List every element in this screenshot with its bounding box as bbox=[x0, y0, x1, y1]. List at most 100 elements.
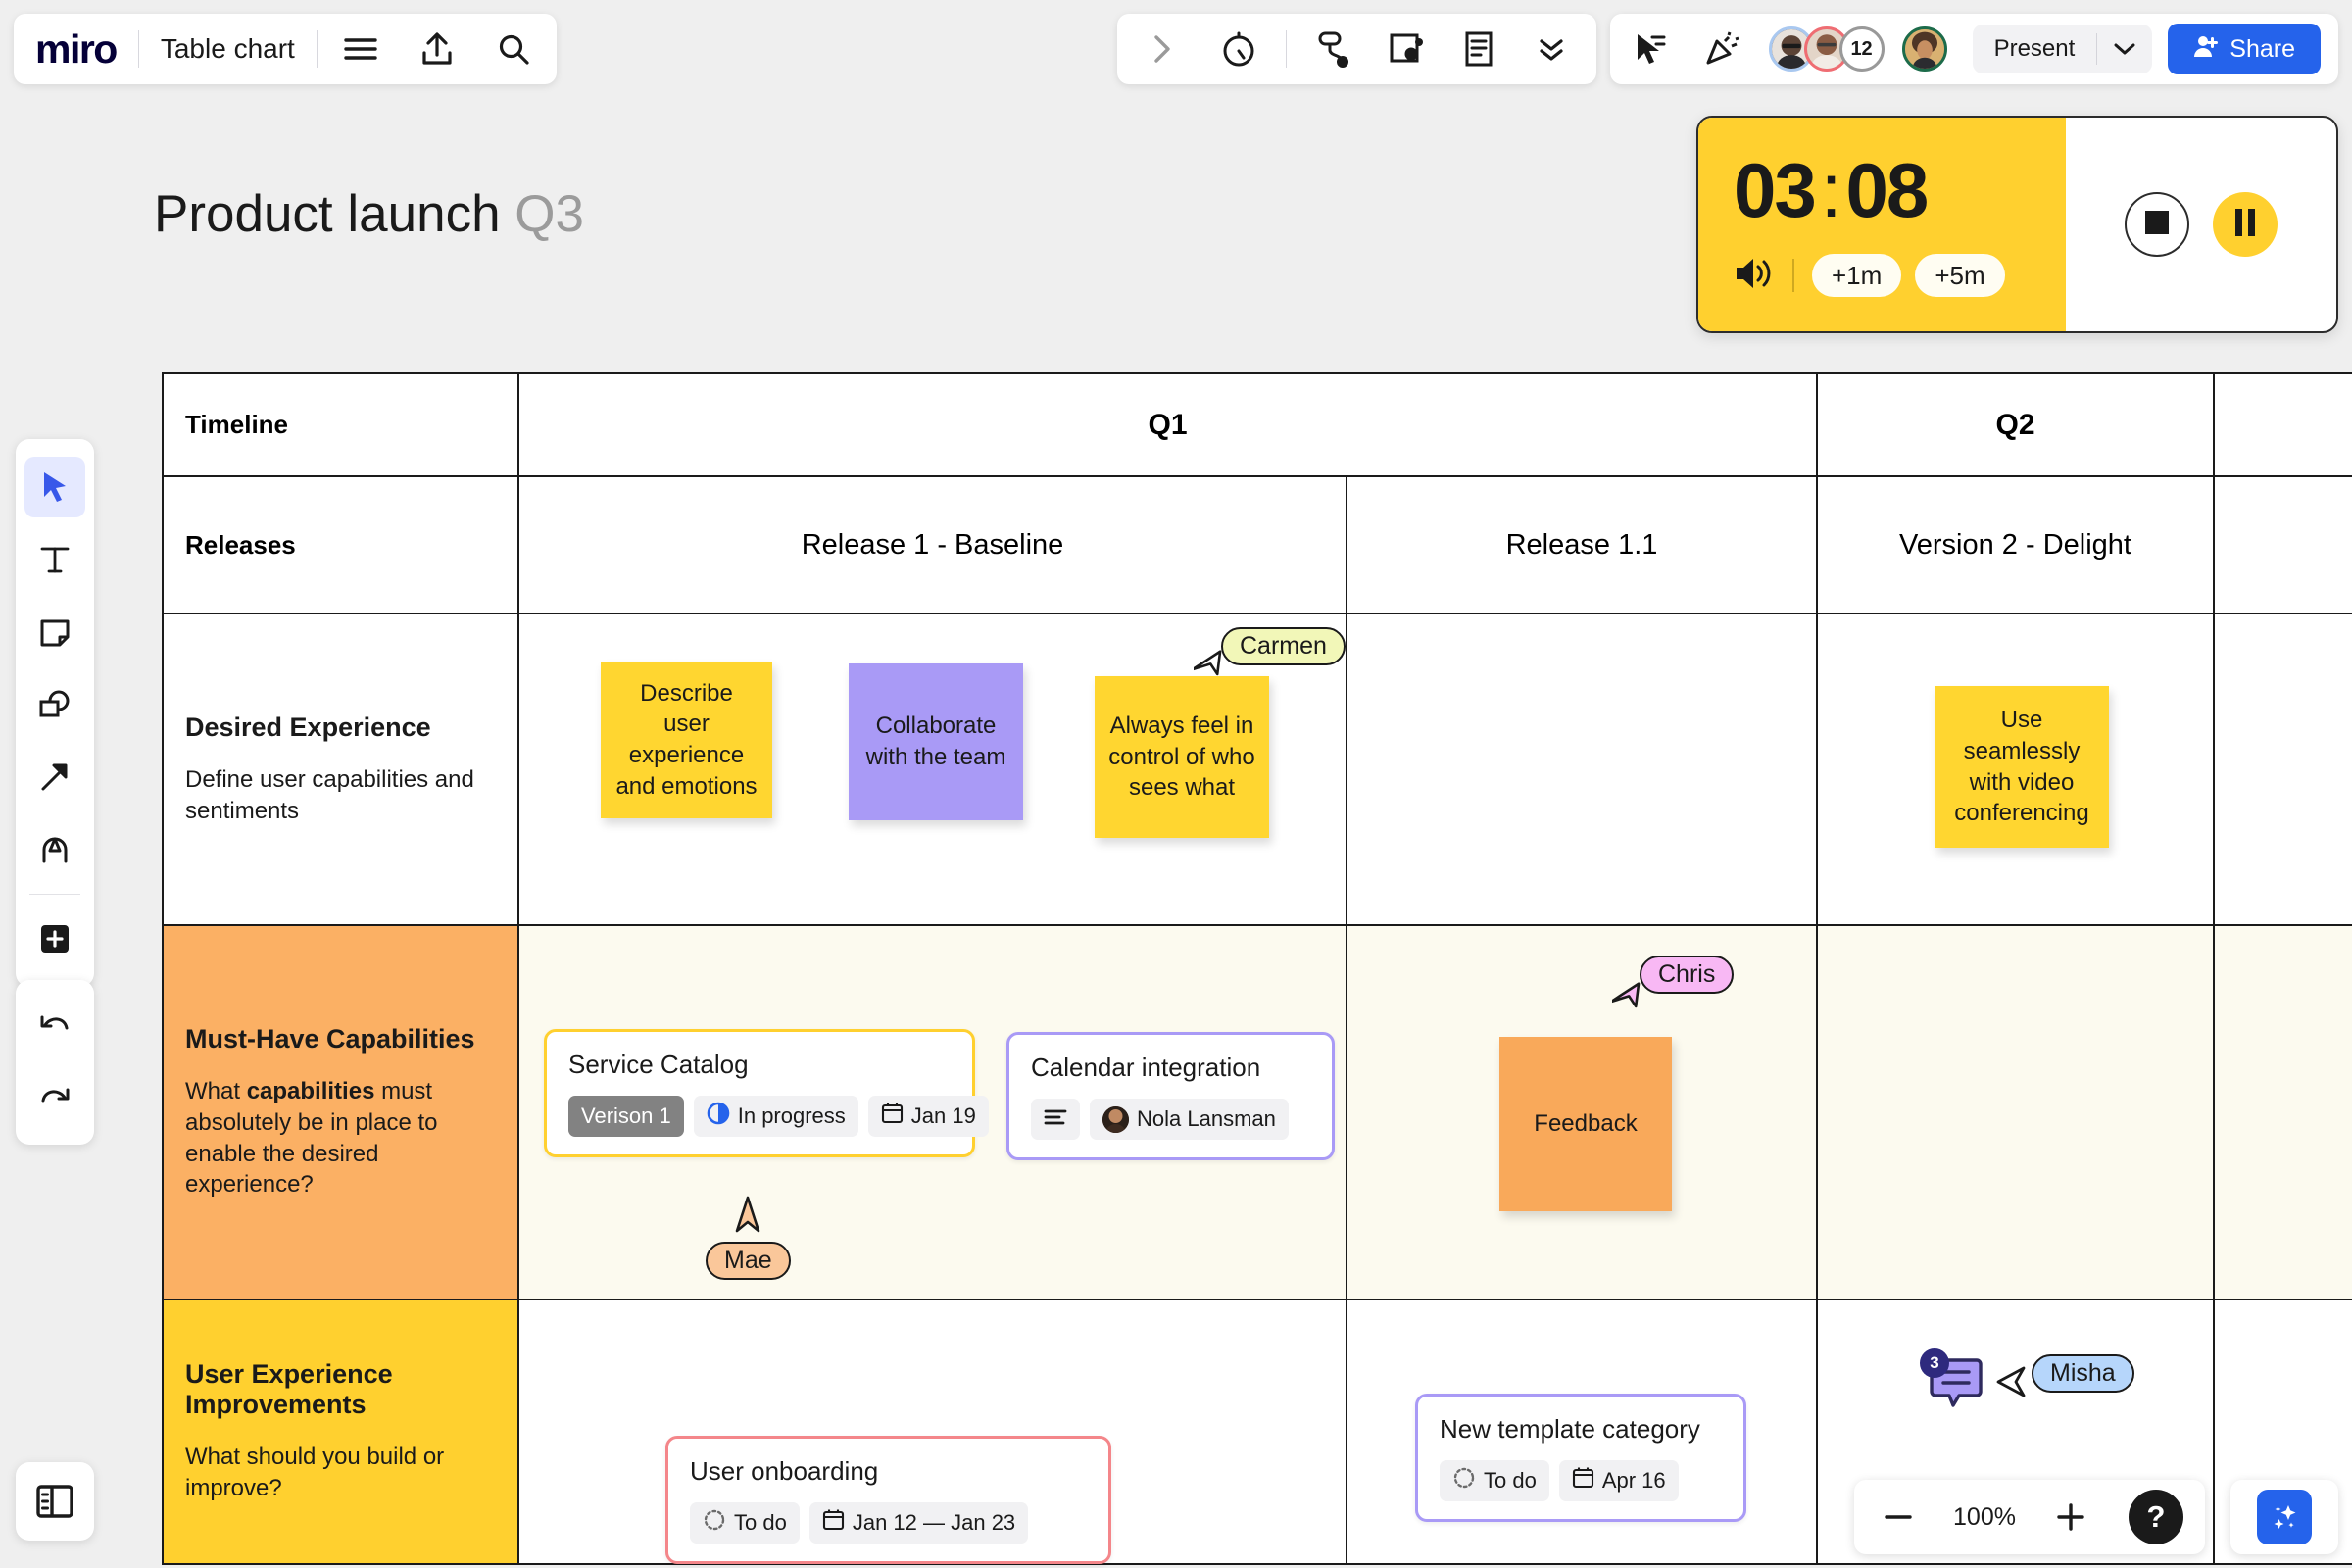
miro-board-app: miro Table chart 12 Present Share 03:08 … bbox=[0, 0, 2352, 1568]
frames-icon[interactable] bbox=[1385, 27, 1428, 71]
card-chips: Verison 1 In progress Jan 19 bbox=[568, 1096, 989, 1137]
celebrate-confetti-icon[interactable] bbox=[1700, 27, 1743, 71]
card-calendar-integration[interactable]: Calendar integration Nola Lansman bbox=[1006, 1032, 1335, 1160]
voting-icon[interactable] bbox=[1312, 27, 1355, 71]
miro-logo[interactable]: miro bbox=[35, 26, 118, 73]
desired-experience-desc: Define user capabilities and sentiments bbox=[185, 765, 474, 824]
timer-icon[interactable] bbox=[1217, 27, 1260, 71]
date-chip[interactable]: Apr 16 bbox=[1558, 1460, 1679, 1501]
timeline-q1: Q1 bbox=[517, 372, 1818, 477]
avatar-current-user[interactable] bbox=[1901, 26, 1947, 72]
card-chips: To do Apr 16 bbox=[1440, 1460, 1724, 1501]
sticky-note-tool[interactable] bbox=[24, 602, 85, 662]
cursor-carmen: Carmen bbox=[1191, 627, 1346, 689]
connector-arrow-tool[interactable] bbox=[24, 747, 85, 808]
status-chip-label: In progress bbox=[737, 1103, 846, 1128]
present-button[interactable]: Present bbox=[1973, 24, 2097, 74]
date-chip-label: Jan 19 bbox=[910, 1103, 976, 1128]
panel-toggle-button[interactable] bbox=[16, 1462, 94, 1541]
date-chip[interactable]: Jan 19 bbox=[867, 1096, 989, 1137]
timer-separator: : bbox=[1820, 147, 1842, 233]
status-chip[interactable]: To do bbox=[1440, 1460, 1549, 1501]
sticky-note[interactable]: Feedback bbox=[1499, 1037, 1672, 1211]
status-chip[interactable]: In progress bbox=[693, 1096, 858, 1137]
timer-add-5m-button[interactable]: +5m bbox=[1915, 254, 2005, 297]
more-apps-tool[interactable] bbox=[24, 908, 85, 969]
pen-tool[interactable] bbox=[24, 819, 85, 880]
cursor-chat-icon[interactable] bbox=[1628, 27, 1671, 71]
table-row-releases: Releases Release 1 - Baseline Release 1.… bbox=[162, 475, 2352, 614]
card-user-onboarding[interactable]: User onboarding To do Jan 12 — Jan 23 bbox=[665, 1436, 1111, 1564]
history-toolbar bbox=[16, 980, 94, 1145]
status-chip-label: To do bbox=[734, 1510, 787, 1535]
timer-seconds: 08 bbox=[1845, 147, 1929, 233]
sticky-note[interactable]: Collaborate with the team bbox=[849, 663, 1023, 820]
must-have-q2a-cell[interactable] bbox=[1816, 924, 2215, 1300]
sticky-note[interactable]: Always feel in control of who sees what bbox=[1095, 676, 1269, 838]
collaborator-count[interactable]: 12 bbox=[1838, 26, 1885, 72]
timer-display-panel: 03:08 +1m +5m bbox=[1698, 118, 2066, 331]
timer-controls-panel bbox=[2066, 118, 2336, 331]
speaker-volume-icon[interactable] bbox=[1734, 255, 1775, 297]
date-chip-label: Apr 16 bbox=[1601, 1468, 1666, 1493]
more-chevrons-down-icon[interactable] bbox=[1530, 27, 1573, 71]
page-title-suffix: Q3 bbox=[514, 185, 584, 243]
ux-improvements-title: User Experience Improvements bbox=[185, 1359, 393, 1420]
timer-add-1m-button[interactable]: +1m bbox=[1812, 254, 1902, 297]
description-chip[interactable] bbox=[1031, 1099, 1080, 1140]
timeline-empty bbox=[2213, 372, 2352, 477]
version-chip[interactable]: Verison 1 bbox=[568, 1096, 684, 1137]
desired-experience-q1b-cell[interactable] bbox=[1346, 612, 1818, 926]
calendar-icon bbox=[881, 1102, 904, 1131]
sticky-note[interactable]: Use seamlessly with video conferencing bbox=[1935, 686, 2109, 848]
timer-stop-button[interactable] bbox=[2125, 192, 2189, 257]
card-title: Calendar integration bbox=[1031, 1053, 1261, 1082]
shapes-tool[interactable] bbox=[24, 674, 85, 735]
help-button[interactable]: ? bbox=[2129, 1490, 2183, 1544]
text-tool[interactable] bbox=[24, 529, 85, 590]
cursor-pointer-icon bbox=[1994, 1362, 2034, 1406]
card-chips: Nola Lansman bbox=[1031, 1099, 1312, 1140]
ai-sparkle-icon[interactable] bbox=[2257, 1490, 2312, 1544]
must-have-q2b-cell[interactable] bbox=[2213, 924, 2352, 1300]
board-name[interactable]: Table chart bbox=[161, 33, 295, 65]
collaborator-avatars[interactable]: 12 bbox=[1768, 26, 1947, 72]
card-new-template-category[interactable]: New template category To do Apr 16 bbox=[1415, 1394, 1746, 1522]
cursor-pointer-icon bbox=[731, 1194, 764, 1240]
comment-badge[interactable]: 3 bbox=[1920, 1348, 1990, 1415]
card-title: User onboarding bbox=[690, 1456, 879, 1486]
zoom-out-button[interactable] bbox=[1876, 1494, 1921, 1540]
search-icon[interactable] bbox=[492, 27, 535, 71]
comment-count: 3 bbox=[1920, 1348, 1949, 1378]
upload-icon[interactable] bbox=[416, 27, 459, 71]
date-chip[interactable]: Jan 12 — Jan 23 bbox=[808, 1502, 1029, 1544]
zoom-level[interactable]: 100% bbox=[1948, 1503, 2021, 1532]
cursor-chris: Chris bbox=[1609, 956, 1735, 1021]
dotted-circle-icon bbox=[1452, 1466, 1476, 1495]
redo-button[interactable] bbox=[24, 1068, 85, 1129]
status-chip[interactable]: To do bbox=[690, 1502, 800, 1544]
timer-pause-button[interactable] bbox=[2213, 192, 2278, 257]
card-service-catalog[interactable]: Service Catalog Verison 1 In progress Ja… bbox=[544, 1029, 989, 1157]
date-chip-label: Jan 12 — Jan 23 bbox=[852, 1510, 1016, 1535]
releases-empty bbox=[2213, 475, 2352, 614]
select-cursor-tool[interactable] bbox=[24, 457, 85, 517]
cursor-name-label: Misha bbox=[2032, 1354, 2134, 1393]
expand-chevron-right-icon[interactable] bbox=[1141, 27, 1184, 71]
sticky-note[interactable]: Describe user experience and emotions bbox=[601, 662, 772, 818]
must-have-desc: What capabilities must absolutely be in … bbox=[185, 1077, 438, 1199]
chevron-down-icon[interactable] bbox=[2097, 24, 2152, 74]
divider bbox=[1286, 30, 1287, 68]
cursor-misha: Misha bbox=[1994, 1354, 2134, 1406]
notes-icon[interactable] bbox=[1457, 27, 1500, 71]
desired-experience-q2b-cell[interactable] bbox=[2213, 612, 2352, 926]
timeline-q2: Q2 bbox=[1816, 372, 2215, 477]
share-button[interactable]: Share bbox=[2168, 24, 2321, 74]
undo-button[interactable] bbox=[24, 996, 85, 1056]
zoom-in-button[interactable] bbox=[2048, 1494, 2093, 1540]
assignee-chip[interactable]: Nola Lansman bbox=[1090, 1099, 1289, 1140]
timer-minutes: 03 bbox=[1734, 147, 1817, 233]
hamburger-menu-icon[interactable] bbox=[339, 27, 382, 71]
must-have-title: Must-Have Capabilities bbox=[185, 1023, 475, 1054]
divider bbox=[1792, 259, 1794, 292]
